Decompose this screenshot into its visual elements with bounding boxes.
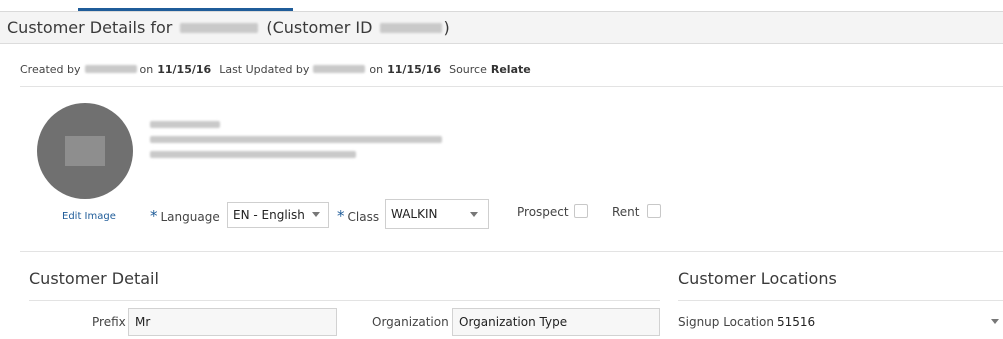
last-updated-by-label: Last Updated by [219, 62, 310, 76]
language-value: EN - English [233, 208, 305, 222]
customer-detail-underline [29, 300, 660, 301]
profile-divider [20, 251, 1003, 252]
prefix-label: Prefix [92, 315, 126, 329]
customer-address-redacted [150, 121, 442, 166]
customer-id-redacted [380, 22, 443, 33]
prospect-checkbox[interactable] [574, 204, 588, 218]
language-label-wrap: * Language [150, 207, 220, 225]
created-date: 11/15/16 [157, 62, 212, 76]
page-title-bar: Customer Details for (Customer ID ) [0, 12, 1003, 44]
page-title-customer-id-label: (Customer ID [266, 18, 373, 37]
customer-detail-title: Customer Detail [29, 269, 159, 288]
image-placeholder-icon [65, 136, 105, 166]
updated-date: 11/15/16 [387, 62, 442, 76]
page-title-close: ) [443, 18, 450, 37]
edit-image-link[interactable]: Edit Image [62, 211, 116, 222]
organization-label: Organization [372, 315, 449, 329]
signup-location-label: Signup Location [678, 315, 774, 329]
source-label: Source [449, 62, 487, 76]
customer-locations-underline [678, 300, 1003, 301]
customer-name-redacted [180, 22, 259, 33]
signup-location-select[interactable]: 51516 [772, 308, 1003, 336]
created-by-user-redacted [84, 65, 137, 73]
updated-on-label: on [369, 62, 384, 76]
prefix-value: Mr [135, 315, 151, 329]
prefix-field[interactable]: Mr [128, 308, 337, 336]
rent-checkbox[interactable] [647, 204, 661, 218]
rent-label: Rent [612, 205, 640, 219]
class-label-wrap: * Class [337, 207, 379, 225]
name-line-redacted [150, 121, 220, 128]
source-value: Relate [490, 62, 531, 76]
organization-type-field[interactable]: Organization Type [452, 308, 660, 336]
record-meta: Created by on 11/15/16 Last Updated by o… [20, 60, 531, 78]
customer-avatar[interactable] [37, 103, 133, 199]
class-value: WALKIN [391, 207, 438, 221]
meta-divider [20, 86, 1003, 87]
prospect-label: Prospect [517, 205, 569, 219]
required-marker: * [337, 207, 345, 225]
signup-location-value: 51516 [777, 315, 816, 329]
page-title-prefix: Customer Details for [7, 18, 173, 37]
language-label: Language [160, 210, 220, 224]
chevron-down-icon [470, 212, 478, 217]
language-select[interactable]: EN - English [227, 202, 329, 228]
created-by-label: Created by [20, 62, 81, 76]
class-select[interactable]: WALKIN [385, 199, 489, 229]
organization-type-value: Organization Type [459, 315, 568, 329]
customer-locations-title: Customer Locations [678, 269, 837, 288]
address-line-redacted [150, 136, 442, 143]
contact-line-redacted [150, 151, 356, 158]
created-on-label: on [139, 62, 154, 76]
updated-by-user-redacted [313, 65, 366, 73]
chevron-down-icon [312, 212, 320, 217]
chevron-down-icon [991, 319, 999, 324]
class-label: Class [347, 210, 380, 224]
required-marker: * [150, 207, 158, 225]
